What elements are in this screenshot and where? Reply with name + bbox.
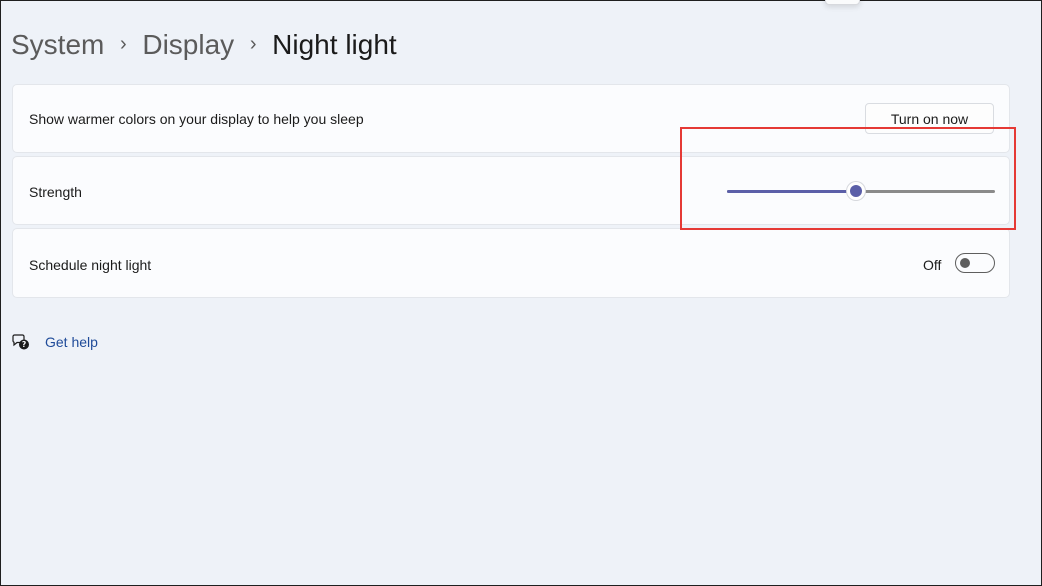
svg-text:?: ? [22, 340, 26, 349]
slider-fill [727, 190, 856, 193]
schedule-card: Schedule night light Off [12, 228, 1010, 298]
breadcrumb: System › Display › Night light [11, 29, 397, 61]
get-help-link[interactable]: Get help [45, 334, 98, 350]
strength-card: Strength [12, 156, 1010, 225]
breadcrumb-display[interactable]: Display [142, 29, 234, 61]
turn-on-now-button[interactable]: Turn on now [865, 103, 994, 134]
breadcrumb-system[interactable]: System [11, 29, 104, 61]
warmer-colors-card: Show warmer colors on your display to he… [12, 84, 1010, 153]
toggle-state-text: Off [923, 257, 942, 273]
warmer-colors-label: Show warmer colors on your display to he… [29, 111, 364, 127]
breadcrumb-chevron-icon: › [120, 32, 127, 55]
strength-label: Strength [29, 184, 82, 200]
schedule-label: Schedule night light [29, 257, 152, 273]
slider-thumb[interactable] [846, 182, 865, 200]
toggle-knob [960, 258, 970, 268]
strength-slider[interactable] [727, 182, 995, 200]
breadcrumb-chevron-icon: › [249, 32, 257, 55]
get-help-row[interactable]: ? Get help [11, 332, 98, 352]
strength-value-tooltip: 48 [825, 0, 860, 5]
schedule-toggle[interactable] [955, 253, 995, 273]
page-title: Night light [272, 29, 397, 60]
help-chat-icon: ? [12, 334, 29, 350]
